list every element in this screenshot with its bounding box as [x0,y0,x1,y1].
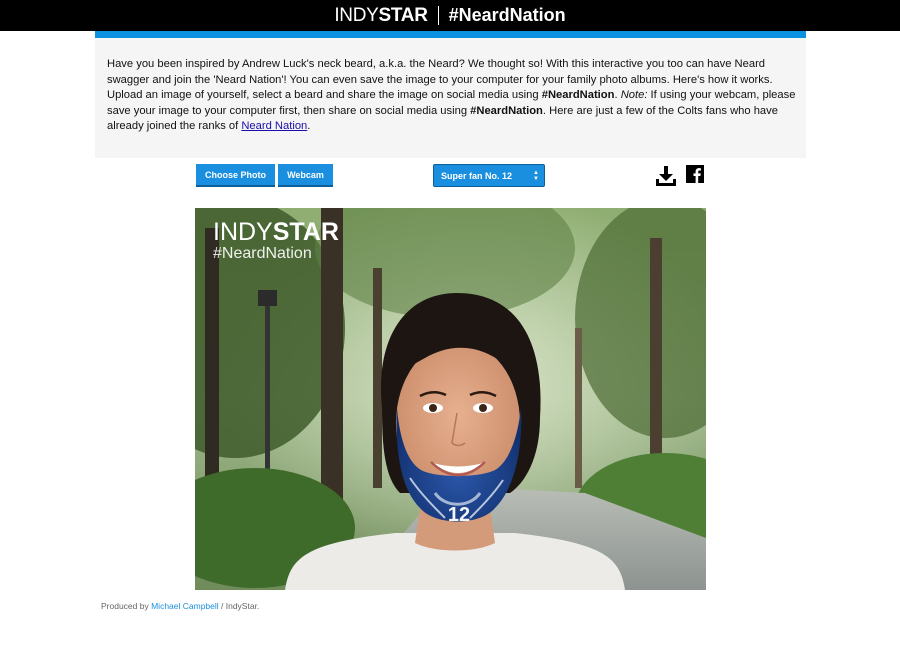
select-arrows-icon: ▲ ▼ [533,170,539,182]
indystar-logo[interactable]: INDYSTAR [334,5,428,27]
webcam-button[interactable]: Webcam [278,164,333,187]
intro-panel: Have you been inspired by Andrew Luck's … [95,31,806,158]
author-link[interactable]: Michael Campbell [151,601,219,611]
beard-photo-canvas: 12 INDYSTAR #NeardNation [195,208,706,590]
hashtag-bold: #NeardNation [470,104,543,117]
download-icon[interactable] [654,164,678,188]
choose-photo-button[interactable]: Choose Photo [196,164,275,187]
beard-select[interactable]: Super fan No. 12 ▲ ▼ [433,164,545,187]
header-hashtag: #NeardNation [448,5,566,25]
beard-number: 12 [448,504,470,526]
hashtag-bold: #NeardNation [541,89,615,102]
header-divider [437,6,439,25]
park-scene-image: 12 [195,208,706,590]
note-label: Note: [620,89,648,102]
neard-nation-link[interactable]: Neard Nation [241,120,307,132]
facebook-share-icon[interactable] [686,165,706,185]
photo-watermark-hashtag: #NeardNation [213,245,312,262]
accent-stripe [95,31,806,38]
beard-select-value: Super fan No. 12 [441,170,513,181]
photo-watermark-logo: INDYSTAR [213,218,339,246]
credit-line: Produced by Michael Campbell / IndyStar. [101,601,260,611]
intro-text: Have you been inspired by Andrew Luck's … [107,58,796,133]
site-header: INDYSTAR #NeardNation [0,0,900,31]
